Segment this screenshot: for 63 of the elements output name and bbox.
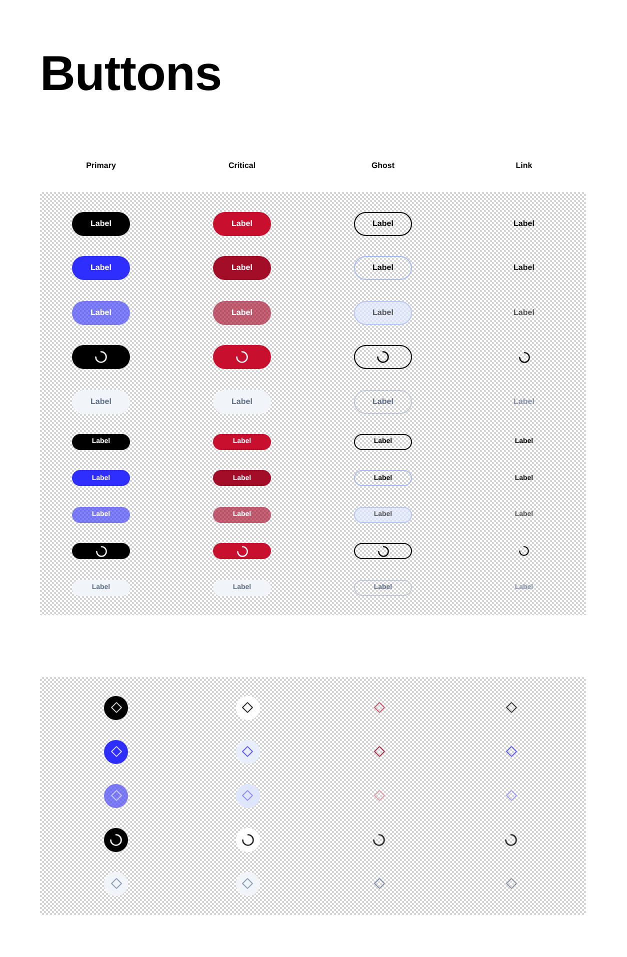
link-button[interactable]: Label (514, 264, 534, 272)
button[interactable]: Label (354, 390, 412, 414)
diamond-icon (374, 878, 385, 890)
button[interactable]: Label (72, 390, 130, 414)
spinner-icon (378, 546, 388, 557)
link-button[interactable]: Label (514, 220, 534, 228)
button[interactable]: Label (213, 256, 271, 280)
icon-button[interactable] (373, 834, 386, 846)
column-header: Primary (86, 161, 116, 171)
button[interactable]: Label (72, 256, 130, 280)
diamond-icon (374, 746, 385, 758)
button[interactable] (354, 345, 412, 370)
column-header: Critical (228, 161, 256, 171)
button[interactable]: Label (354, 212, 412, 236)
button[interactable] (72, 543, 130, 560)
icon-button[interactable] (104, 696, 128, 720)
diamond-icon (242, 746, 254, 758)
spinner-icon (505, 834, 518, 846)
spinner-icon (110, 834, 122, 846)
icon-button[interactable] (104, 740, 128, 764)
spinner-icon (242, 834, 254, 846)
button[interactable]: Label (213, 212, 271, 236)
icon-button[interactable] (506, 702, 517, 714)
diamond-icon (506, 878, 517, 890)
link-button[interactable] (519, 546, 529, 556)
diamond-icon (506, 790, 517, 802)
icon-button[interactable] (374, 746, 385, 758)
diamond-icon (374, 702, 385, 714)
spinner-icon (518, 352, 530, 363)
link-button[interactable] (518, 352, 530, 363)
spinner-icon (236, 351, 248, 364)
icon-button[interactable] (505, 834, 518, 846)
link-button[interactable]: Label (514, 308, 534, 317)
diamond-icon (242, 702, 254, 714)
icon-button[interactable] (236, 696, 260, 720)
diamond-icon (110, 878, 122, 890)
spinner-icon (519, 546, 529, 556)
button[interactable] (354, 543, 412, 560)
column-header: Ghost (371, 161, 395, 171)
button[interactable]: Label (213, 300, 271, 325)
button[interactable]: Label (72, 212, 130, 236)
spinner-icon (236, 546, 248, 557)
diamond-icon (110, 702, 122, 714)
diamond-icon (506, 746, 517, 758)
column-header: Link (516, 161, 532, 171)
spinner-icon (373, 834, 386, 846)
diamond-icon (110, 746, 122, 758)
button[interactable] (72, 345, 130, 370)
button[interactable]: Label (213, 390, 271, 414)
diamond-icon (242, 790, 254, 802)
spinner-icon (96, 546, 106, 557)
button[interactable]: Label (72, 300, 130, 325)
spinner-icon (95, 351, 107, 364)
button[interactable]: Label (354, 256, 412, 280)
page-title: Buttons (40, 50, 222, 99)
diamond-icon (110, 790, 122, 802)
diamond-icon (242, 878, 254, 890)
icon-button[interactable] (236, 828, 260, 852)
spinner-icon (377, 351, 389, 364)
button[interactable]: Label (354, 300, 412, 325)
diamond-icon (506, 702, 517, 714)
diamond-icon (374, 790, 385, 802)
icon-button[interactable] (104, 828, 128, 852)
